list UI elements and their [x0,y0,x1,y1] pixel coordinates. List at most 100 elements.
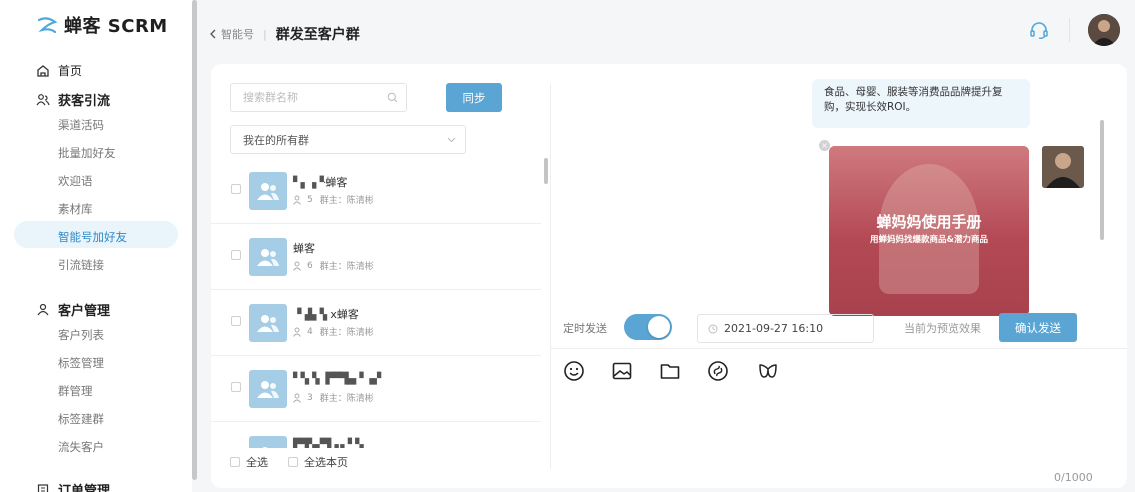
group-checkbox[interactable] [231,316,241,326]
group-avatar-icon [249,370,287,408]
logo-icon [37,17,58,34]
group-meta: 6 群主：陈清彬 [293,259,374,272]
nav-orders-label: 订单管理 [58,484,111,492]
list-item[interactable]: ▘▚▝▖ ▛▀▜▄▝ ▗▞ 3 群主：陈清彬 [211,356,541,422]
user-icon [37,303,49,315]
group-list-scrollbar[interactable] [544,158,548,448]
list-item[interactable]: ▛▜▚▞▜▗ ▖▘▚ [211,422,541,448]
home-icon [37,64,49,77]
schedule-toggle[interactable] [624,314,672,340]
emoji-icon[interactable] [563,360,585,382]
breadcrumb-separator: | [263,27,267,41]
sidebar-item-materials[interactable]: 素材库 [58,201,93,217]
sidebar-item-links[interactable]: 引流链接 [58,257,104,273]
group-search[interactable] [230,83,407,112]
sidebar-item-customer-list[interactable]: 客户列表 [58,327,104,343]
confirm-send-button[interactable]: 确认发送 [999,313,1077,342]
sidebar-item-groups[interactable]: 群管理 [58,383,93,399]
list-item[interactable]: 蝉客 6 群主：陈清彬 [211,224,541,290]
group-avatar-icon [249,436,287,448]
group-checkbox[interactable] [231,250,241,260]
nav-home[interactable]: 首页 [36,62,82,79]
group-meta: 3 群主：陈清彬 [293,391,374,404]
nav-customers-label: 客户管理 [58,304,111,319]
toggle-knob [648,316,670,338]
clock-icon [708,324,718,333]
group-filter-select[interactable]: 我在的所有群 [230,125,466,154]
preview-scrollbar-thumb[interactable] [1100,120,1104,240]
group-list: ▘▖▗▝·蝉客 5 群主：陈清彬 蝉客 6 群主：陈清彬 ▝▗▙▝▖x蝉客 4 群主：… [211,158,541,448]
sidebar-item-tags[interactable]: 标签管理 [58,355,104,371]
image-icon[interactable] [611,360,633,382]
nav-acquisition[interactable]: 获客引流 [36,90,110,109]
group-filter-value: 我在的所有群 [243,133,309,147]
breadcrumb-parent[interactable]: 智能号 [221,26,254,42]
group-list-scrollbar-thumb[interactable] [544,158,548,184]
sidebar-item-tag-groups[interactable]: 标签建群 [58,411,104,427]
sync-button[interactable]: 同步 [446,83,502,112]
headset-icon[interactable] [1029,20,1049,40]
group-checkbox[interactable] [231,382,241,392]
list-item[interactable]: ▘▖▗▝·蝉客 5 群主：陈清彬 [211,158,541,224]
sidebar-item-batch-add[interactable]: 批量加好友 [58,145,116,161]
main-card: 同步 我在的所有群 ▘▖▗▝·蝉客 5群主：陈清彬 蝉客 6群主：陈清彬 ▝▗▙… [211,64,1127,488]
media-title: 蝉妈妈使用手册 [876,213,982,231]
miniprogram-icon[interactable] [757,360,779,382]
datetime-picker[interactable]: 2021-09-27 16:10 [697,314,874,343]
group-search-input[interactable] [231,84,371,111]
order-icon [37,483,49,492]
members-icon [293,393,301,403]
select-all-label[interactable]: 全选 [246,454,268,470]
nav-customers[interactable]: 客户管理 [36,300,110,319]
group-checkbox[interactable] [231,184,241,194]
users-icon [36,93,50,105]
brand-logo[interactable]: 蝉客 SCRM [36,12,168,38]
group-name: ▘▖▗▝·蝉客 [293,176,348,189]
breadcrumb: 智能号 | 群发至客户群 [209,24,360,44]
group-meta: 5 群主：陈清彬 [293,193,374,206]
chevron-left-icon[interactable] [209,29,217,39]
media-preview[interactable]: 蝉妈妈使用手册 用蝉妈妈找爆款商品&潜力商品 [829,146,1029,316]
group-avatar-icon [249,238,287,276]
members-icon [293,261,301,271]
nav-home-label: 首页 [58,64,83,78]
select-page-label[interactable]: 全选本页 [304,454,348,470]
folder-icon[interactable] [659,360,681,382]
nav-acquisition-label: 获客引流 [58,94,111,109]
group-name: 蝉客 [293,242,315,255]
char-counter: 0/1000 [1054,471,1093,484]
toolbar-divider [551,348,1127,349]
sidebar-item-lost[interactable]: 流失客户 [58,439,104,455]
sidebar-item-welcome[interactable]: 欢迎语 [58,173,93,189]
chevron-down-icon [447,137,456,143]
preview-scrollbar[interactable] [1100,120,1104,240]
sidebar-item-smart-add[interactable]: 智能号加好友 [58,229,127,245]
preview-note: 当前为预览效果 [904,322,981,335]
group-avatar-icon [249,304,287,342]
user-avatar[interactable] [1088,14,1120,46]
link-icon[interactable] [707,360,729,382]
page-title: 群发至客户群 [275,27,360,43]
select-page-checkbox[interactable] [288,457,298,467]
message-bubble: 食品、母婴、服装等消费品品牌提升复购，实现长效ROI。 [812,79,1030,128]
media-thumbnail: 蝉妈妈使用手册 用蝉妈妈找爆款商品&潜力商品 [829,146,1029,316]
page-header: 智能号 | 群发至客户群 [197,0,1135,62]
sidebar-item-channel-code[interactable]: 渠道活码 [58,117,104,133]
group-name-blurred: ▘▚▝▖ ▛▀▜▄▝ ▗▞ [293,372,381,385]
schedule-label: 定时发送 [563,322,607,335]
search-icon[interactable] [387,92,398,103]
sidebar-scrollbar[interactable] [192,0,197,492]
datetime-value: 2021-09-27 16:10 [724,322,824,335]
media-subtitle: 用蝉妈妈找爆款商品&潜力商品 [870,235,988,245]
nav-orders[interactable]: 订单管理 [36,480,110,492]
group-name: ▝▗▙▝▖x蝉客 [293,308,359,321]
members-icon [293,327,301,337]
group-avatar-icon [249,172,287,210]
avatar-image [1088,14,1120,46]
header-divider [1069,18,1070,42]
select-all-checkbox[interactable] [230,457,240,467]
group-name-blurred: ▛▜▚▞▜▗ ▖▘▚ [293,438,364,448]
sidebar-scrollbar-thumb[interactable] [192,0,197,480]
list-item[interactable]: ▝▗▙▝▖x蝉客 4 群主：陈清彬 [211,290,541,356]
group-meta: 4 群主：陈清彬 [293,325,374,338]
